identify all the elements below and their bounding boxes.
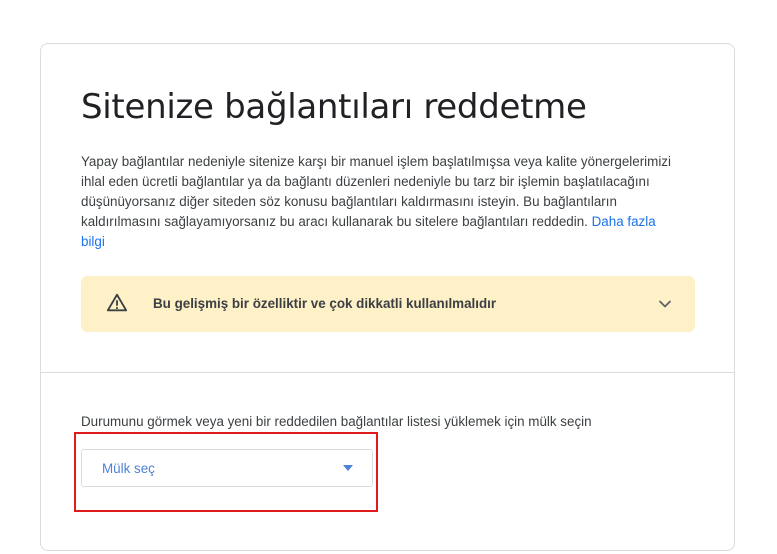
property-select-value: Mülk seç <box>102 461 155 476</box>
disavow-card: Sitenize bağlantıları reddetme Yapay bağ… <box>40 43 735 551</box>
chevron-down-icon[interactable] <box>657 296 673 312</box>
page-description: Yapay bağlantılar nedeniyle sitenize kar… <box>81 152 671 252</box>
section-divider <box>41 372 734 373</box>
description-text: Yapay bağlantılar nedeniyle sitenize kar… <box>81 154 671 229</box>
dropdown-arrow-icon <box>343 465 353 471</box>
warning-text: Bu gelişmiş bir özelliktir ve çok dikkat… <box>153 296 497 311</box>
property-select-dropdown[interactable]: Mülk seç <box>81 449 373 487</box>
warning-triangle-icon <box>106 293 128 312</box>
property-select-label: Durumunu görmek veya yeni bir reddedilen… <box>81 414 592 429</box>
advanced-feature-warning[interactable]: Bu gelişmiş bir özelliktir ve çok dikkat… <box>81 276 695 332</box>
page-title: Sitenize bağlantıları reddetme <box>81 87 587 127</box>
